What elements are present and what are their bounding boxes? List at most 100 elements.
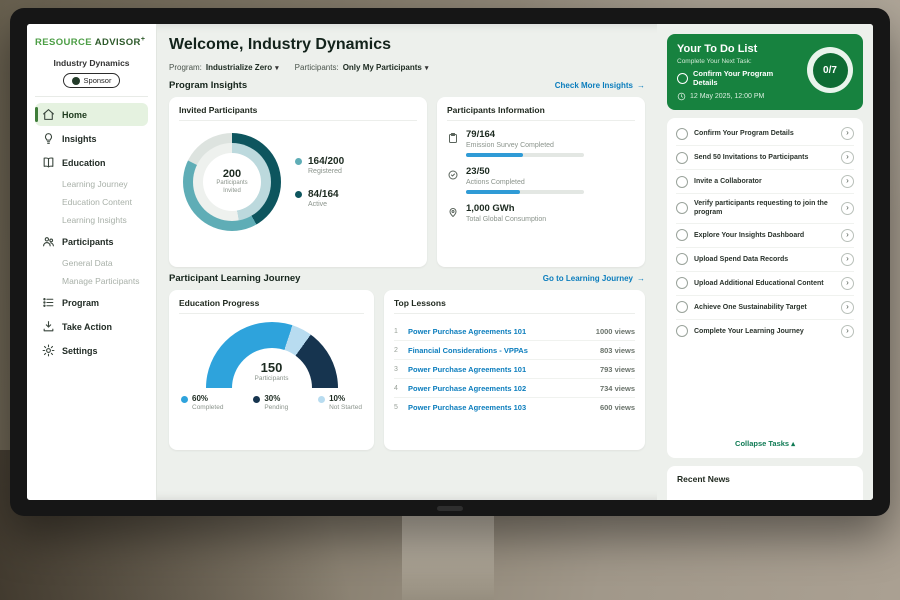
arrow-right-icon: → (637, 81, 645, 90)
sponsor-badge[interactable]: Sponsor (63, 73, 121, 88)
brand-advisor: ADVISOR (95, 37, 141, 48)
donut-center-label: Participants Invited (210, 180, 254, 196)
legend-item-not-started: 10% Not Started (318, 394, 362, 411)
donut-center-value: 200 (223, 168, 241, 180)
card-title: Education Progress (179, 298, 364, 314)
sidebar-item-learning-journey[interactable]: Learning Journey (35, 175, 148, 193)
sidebar-item-general-data[interactable]: General Data (35, 254, 148, 272)
sidebar-item-education[interactable]: Education (35, 151, 148, 174)
task-row[interactable]: Confirm Your Program Details › (676, 122, 854, 146)
task-row[interactable]: Send 50 Invitations to Participants › (676, 146, 854, 170)
task-open-icon[interactable]: › (841, 127, 854, 140)
task-row[interactable]: Upload Spend Data Records › (676, 248, 854, 272)
todo-summary-card: Your To Do List Complete Your Next Task:… (667, 34, 863, 110)
sidebar-item-take-action[interactable]: Take Action (35, 315, 148, 338)
check-more-insights-link[interactable]: Check More Insights → (555, 81, 645, 90)
sidebar-item-label: Home (62, 110, 87, 120)
task-open-icon[interactable]: › (841, 253, 854, 266)
program-select[interactable]: Industrialize Zero ▾ (206, 63, 279, 72)
section-title: Program Insights (169, 80, 247, 91)
sidebar-item-label: Participants (62, 237, 114, 247)
task-checkbox[interactable] (676, 176, 688, 188)
sidebar-item-education-content[interactable]: Education Content (35, 193, 148, 211)
clock-icon (677, 92, 686, 101)
book-icon (42, 156, 55, 169)
collapse-tasks-button[interactable]: Collapse Tasks ▴ (676, 432, 854, 454)
task-row[interactable]: Complete Your Learning Journey › (676, 320, 854, 343)
check-circle-icon (447, 168, 459, 180)
card-title: Invited Participants (179, 105, 417, 121)
home-icon (42, 108, 55, 121)
lesson-link[interactable]: Power Purchase Agreements 103 (408, 403, 594, 412)
sidebar-item-settings[interactable]: Settings (35, 339, 148, 362)
chevron-down-icon: ▾ (275, 64, 279, 72)
chevron-up-icon: ▴ (791, 439, 795, 448)
task-open-icon[interactable]: › (841, 151, 854, 164)
task-open-icon[interactable]: › (841, 301, 854, 314)
lesson-link[interactable]: Power Purchase Agreements 101 (408, 365, 594, 374)
task-row[interactable]: Upload Additional Educational Content › (676, 272, 854, 296)
sidebar-item-program[interactable]: Program (35, 291, 148, 314)
task-row[interactable]: Achieve One Sustainability Target › (676, 296, 854, 320)
task-open-icon[interactable]: › (841, 325, 854, 338)
sidebar-item-home[interactable]: Home (35, 103, 148, 126)
task-open-icon[interactable]: › (841, 175, 854, 188)
brand-plus: + (141, 36, 146, 43)
sidebar-item-learning-insights[interactable]: Learning Insights (35, 211, 148, 229)
task-open-icon[interactable]: › (841, 277, 854, 290)
go-to-learning-journey-link[interactable]: Go to Learning Journey → (543, 274, 645, 283)
dashboard-screen: RESOURCE ADVISOR+ Industry Dynamics Spon… (27, 24, 873, 500)
education-progress-card: Education Progress 150 Participants (169, 290, 374, 450)
legend-dot (253, 396, 260, 403)
learning-journey-header: Participant Learning Journey Go to Learn… (169, 273, 645, 284)
todo-tasks-card: Confirm Your Program Details › Send 50 I… (667, 118, 863, 458)
task-open-icon[interactable]: › (841, 229, 854, 242)
lesson-row: 1 Power Purchase Agreements 101 1000 vie… (394, 322, 635, 341)
participants-select[interactable]: Only My Participants ▾ (343, 63, 429, 72)
progress-bar (466, 153, 584, 157)
main-content: Welcome, Industry Dynamics Program: Indu… (157, 24, 657, 500)
task-row[interactable]: Explore Your Insights Dashboard › (676, 224, 854, 248)
gauge-center-label: Participants (179, 375, 364, 382)
task-checkbox[interactable] (676, 277, 688, 289)
brand-resource: RESOURCE (35, 37, 92, 48)
task-checkbox[interactable] (676, 152, 688, 164)
sidebar-item-manage-participants[interactable]: Manage Participants (35, 272, 148, 290)
legend-item-pending: 30% Pending (253, 394, 288, 411)
lesson-link[interactable]: Power Purchase Agreements 102 (408, 384, 594, 393)
program-filter-label: Program: (169, 63, 202, 72)
legend-dot (181, 396, 188, 403)
lesson-row: 3 Power Purchase Agreements 101 793 view… (394, 360, 635, 379)
invited-participants-card: Invited Participants 200 Participants In… (169, 97, 427, 267)
task-checkbox[interactable] (676, 229, 688, 241)
lesson-link[interactable]: Power Purchase Agreements 101 (408, 327, 590, 336)
task-checkbox[interactable] (676, 253, 688, 265)
legend-dot (295, 191, 302, 198)
todo-next-task[interactable]: Confirm Your Program Details (677, 69, 795, 87)
sidebar-item-label: Insights (62, 134, 97, 144)
task-open-icon[interactable]: › (841, 202, 854, 215)
task-row[interactable]: Invite a Collaborator › (676, 170, 854, 194)
sidebar-item-participants[interactable]: Participants (35, 230, 148, 253)
org-name: Industry Dynamics (35, 58, 148, 68)
insights-cards-row: Invited Participants 200 Participants In… (169, 97, 645, 267)
gauge-center-value: 150 (179, 360, 364, 375)
participants-filter: Participants: Only My Participants ▾ (295, 63, 429, 72)
sidebar-item-insights[interactable]: Insights (35, 127, 148, 150)
task-checkbox[interactable] (676, 325, 688, 337)
circle-check-icon (677, 73, 688, 84)
sidebar-item-label: Education (62, 158, 106, 168)
section-title: Participant Learning Journey (169, 273, 300, 284)
todo-subtitle: Complete Your Next Task: (677, 58, 795, 65)
todo-panel: Your To Do List Complete Your Next Task:… (657, 24, 873, 500)
recent-news-heading: Recent News (677, 474, 730, 484)
task-checkbox[interactable] (676, 202, 688, 214)
sidebar-nav: Home Insights Education Learning Journey… (35, 103, 148, 362)
people-icon (42, 235, 55, 248)
participants-filter-label: Participants: (295, 63, 339, 72)
lesson-link[interactable]: Financial Considerations - VPPAs (408, 346, 594, 355)
task-checkbox[interactable] (676, 128, 688, 140)
task-checkbox[interactable] (676, 301, 688, 313)
task-row[interactable]: Verify participants requesting to join t… (676, 194, 854, 224)
filters-bar: Program: Industrialize Zero ▾ Participan… (169, 63, 645, 72)
